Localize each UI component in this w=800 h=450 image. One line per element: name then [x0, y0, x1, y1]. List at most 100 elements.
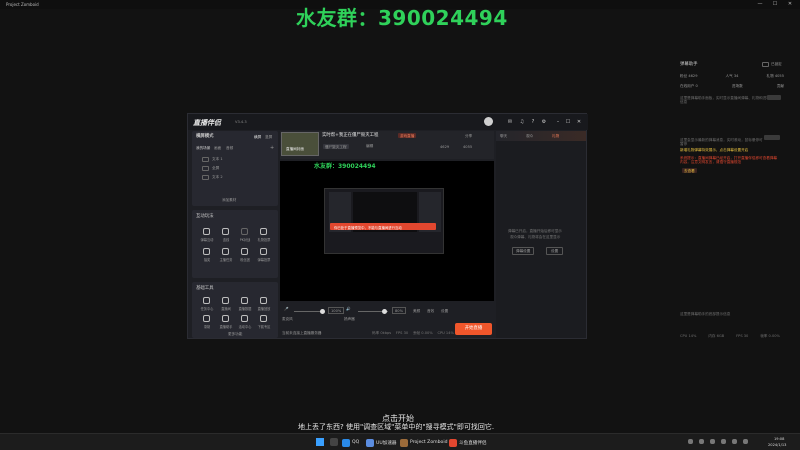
- tool-replay[interactable]: [260, 297, 267, 304]
- tray-icon[interactable]: [721, 439, 726, 444]
- metric-cpu: CPU 14%: [680, 334, 697, 338]
- grid-item-fanclub[interactable]: [241, 248, 248, 255]
- taskbar-app-uu[interactable]: UU加速器: [366, 437, 397, 448]
- edit-link[interactable]: 编辑: [366, 144, 373, 148]
- grid-item-task[interactable]: [222, 248, 229, 255]
- minimize-icon[interactable]: —: [756, 1, 764, 8]
- more-features-button[interactable]: 更多功能: [228, 332, 242, 336]
- share-button[interactable]: 分享: [465, 134, 472, 138]
- speaker-icon[interactable]: 🔊: [346, 307, 350, 311]
- windows-start-icon[interactable]: [316, 438, 324, 446]
- mic-slider-handle[interactable]: [320, 309, 325, 314]
- grid-item-danmaku[interactable]: [203, 228, 210, 235]
- taskbar-app-label: Project Zomboid: [410, 440, 448, 445]
- assistant-metrics: CPU 14% 内存 6GB FPS 30 帧率 0.00%: [680, 334, 780, 338]
- grid-item-giftvote[interactable]: [260, 228, 267, 235]
- stats-row-2: 在线用户 0 进场数 贡献: [680, 84, 784, 88]
- mode-selector[interactable]: 横屏模式: [196, 134, 214, 140]
- taskbar-app-label: UU加速器: [376, 440, 397, 446]
- grid-item-link[interactable]: [222, 228, 229, 235]
- mic-value[interactable]: 100%: [328, 307, 345, 315]
- scene-item[interactable]: 文本 1: [202, 157, 223, 162]
- start-stream-button[interactable]: 开始直播: [455, 323, 492, 335]
- grid-item-pk[interactable]: [241, 228, 248, 235]
- close-icon[interactable]: ✕: [786, 1, 794, 8]
- clock-date[interactable]: 2024/1/13: [768, 443, 786, 447]
- clock-time[interactable]: 19:08: [774, 437, 784, 441]
- scene-item[interactable]: 全屏: [202, 166, 219, 171]
- tray-icon[interactable]: [688, 439, 693, 444]
- stream-preview[interactable]: 水友群：390024494 你已处于直播预览中，不能与直播间进行互动: [280, 161, 494, 301]
- taskbar-app-zomboid[interactable]: Project Zomboid: [400, 437, 448, 448]
- category-badge[interactable]: 僵尸毁灭工程: [323, 144, 349, 150]
- maximize-icon[interactable]: ☐: [771, 1, 779, 8]
- add-source-button[interactable]: 添加素材: [222, 198, 236, 202]
- tool-events[interactable]: [241, 315, 248, 322]
- preview-overlay: 水友群：390024494: [314, 163, 376, 170]
- wifi-icon[interactable]: [732, 439, 737, 444]
- tab-landscape[interactable]: 横屏: [254, 135, 261, 139]
- tray-icon[interactable]: [710, 439, 715, 444]
- fan-group-overlay: 水友群：390024494: [296, 6, 508, 30]
- speaker-value[interactable]: 80%: [392, 307, 406, 315]
- chat-tabs: 聊天 观众 礼物: [496, 131, 586, 141]
- grid-label: 弹幕投票: [257, 258, 271, 262]
- tool-record[interactable]: [203, 315, 210, 322]
- tab-portrait[interactable]: 竖屏: [265, 135, 272, 139]
- tool-room[interactable]: [222, 297, 229, 304]
- scene-tab-image[interactable]: 画面: [214, 146, 221, 150]
- settings-icon[interactable]: ⚙: [541, 119, 547, 125]
- headset-icon[interactable]: ♫: [519, 119, 525, 125]
- tray-icon[interactable]: [699, 439, 704, 444]
- beauty-button[interactable]: 美颜: [413, 309, 420, 313]
- avatar[interactable]: [484, 117, 493, 126]
- tab-audience[interactable]: 观众: [526, 134, 533, 138]
- danmaku-settings-button[interactable]: 弹幕设置: [512, 247, 535, 256]
- mic-icon[interactable]: 🎤: [284, 307, 288, 311]
- likes-count: 4055: [463, 145, 473, 149]
- chat-empty-sub: 观众弹幕、礼物将会在这里显示: [510, 235, 561, 239]
- tool-data[interactable]: [241, 297, 248, 304]
- add-scene-icon[interactable]: +: [270, 145, 274, 151]
- tool-assistant[interactable]: [222, 315, 229, 322]
- stat-online: 在线用户 0: [680, 84, 698, 88]
- maximize-icon[interactable]: ☐: [565, 119, 571, 125]
- stat-entries: 进场数: [731, 84, 743, 88]
- assistant-bottom-note: 这里是弹幕助手的底部提示信息: [680, 312, 731, 316]
- chat-settings-button[interactable]: 设置: [546, 247, 564, 256]
- grid-item-vote[interactable]: [260, 248, 267, 255]
- tab-gifts[interactable]: 礼物: [552, 134, 559, 138]
- sidebar: 横屏模式 横屏 竖屏 我的场景 画面 音频 + 文本 1 全屏 文本 2 添加素…: [192, 131, 278, 338]
- taskbar-app-label: 斗鱼直播伴侣: [459, 440, 487, 446]
- grid-item-lottery[interactable]: [203, 248, 210, 255]
- minimize-icon[interactable]: –: [555, 119, 561, 125]
- scene-tab-audio[interactable]: 音频: [226, 146, 233, 150]
- tool-download[interactable]: [260, 315, 267, 322]
- notice2-button[interactable]: [764, 135, 780, 140]
- search-icon[interactable]: [330, 438, 338, 446]
- sound-fx-button[interactable]: 音效: [427, 309, 434, 313]
- settings-button[interactable]: 设置: [441, 309, 448, 313]
- stream-title[interactable]: 实时帮+我正在僵尸毁灭工程: [322, 133, 378, 139]
- stat-fps: FPS 30: [395, 331, 409, 335]
- tools-title: 基础工具: [196, 286, 214, 291]
- tool-task-center[interactable]: [203, 297, 210, 304]
- close-icon[interactable]: ✕: [576, 119, 582, 125]
- mail-icon[interactable]: ✉: [507, 119, 513, 125]
- fans-count: 4629: [440, 145, 450, 149]
- pin-toggle[interactable]: 已锁定: [762, 62, 782, 67]
- taskbar-app-qq[interactable]: QQ: [342, 437, 359, 448]
- help-icon[interactable]: ?: [530, 119, 536, 125]
- center-panel: 直播间封面 实时帮+我正在僵尸毁灭工程 游戏直播 僵尸毁灭工程 编辑 分享 46…: [280, 131, 494, 338]
- cover-thumbnail[interactable]: 直播间封面: [281, 132, 319, 156]
- connection-status: 当前未连接上直播服务器: [282, 331, 322, 335]
- hint-red-button[interactable]: 去查看: [682, 168, 697, 174]
- scene-item[interactable]: 文本 2: [202, 175, 223, 180]
- stat-cpu: CPU 14%: [437, 331, 454, 335]
- stat-bitrate: 码率 0kbps: [372, 331, 392, 335]
- tab-chat[interactable]: 聊天: [500, 134, 507, 138]
- speaker-slider-handle[interactable]: [382, 309, 387, 314]
- notice-button[interactable]: [767, 95, 781, 100]
- volume-icon[interactable]: [743, 439, 748, 444]
- taskbar-app-companion[interactable]: 斗鱼直播伴侣: [449, 437, 487, 448]
